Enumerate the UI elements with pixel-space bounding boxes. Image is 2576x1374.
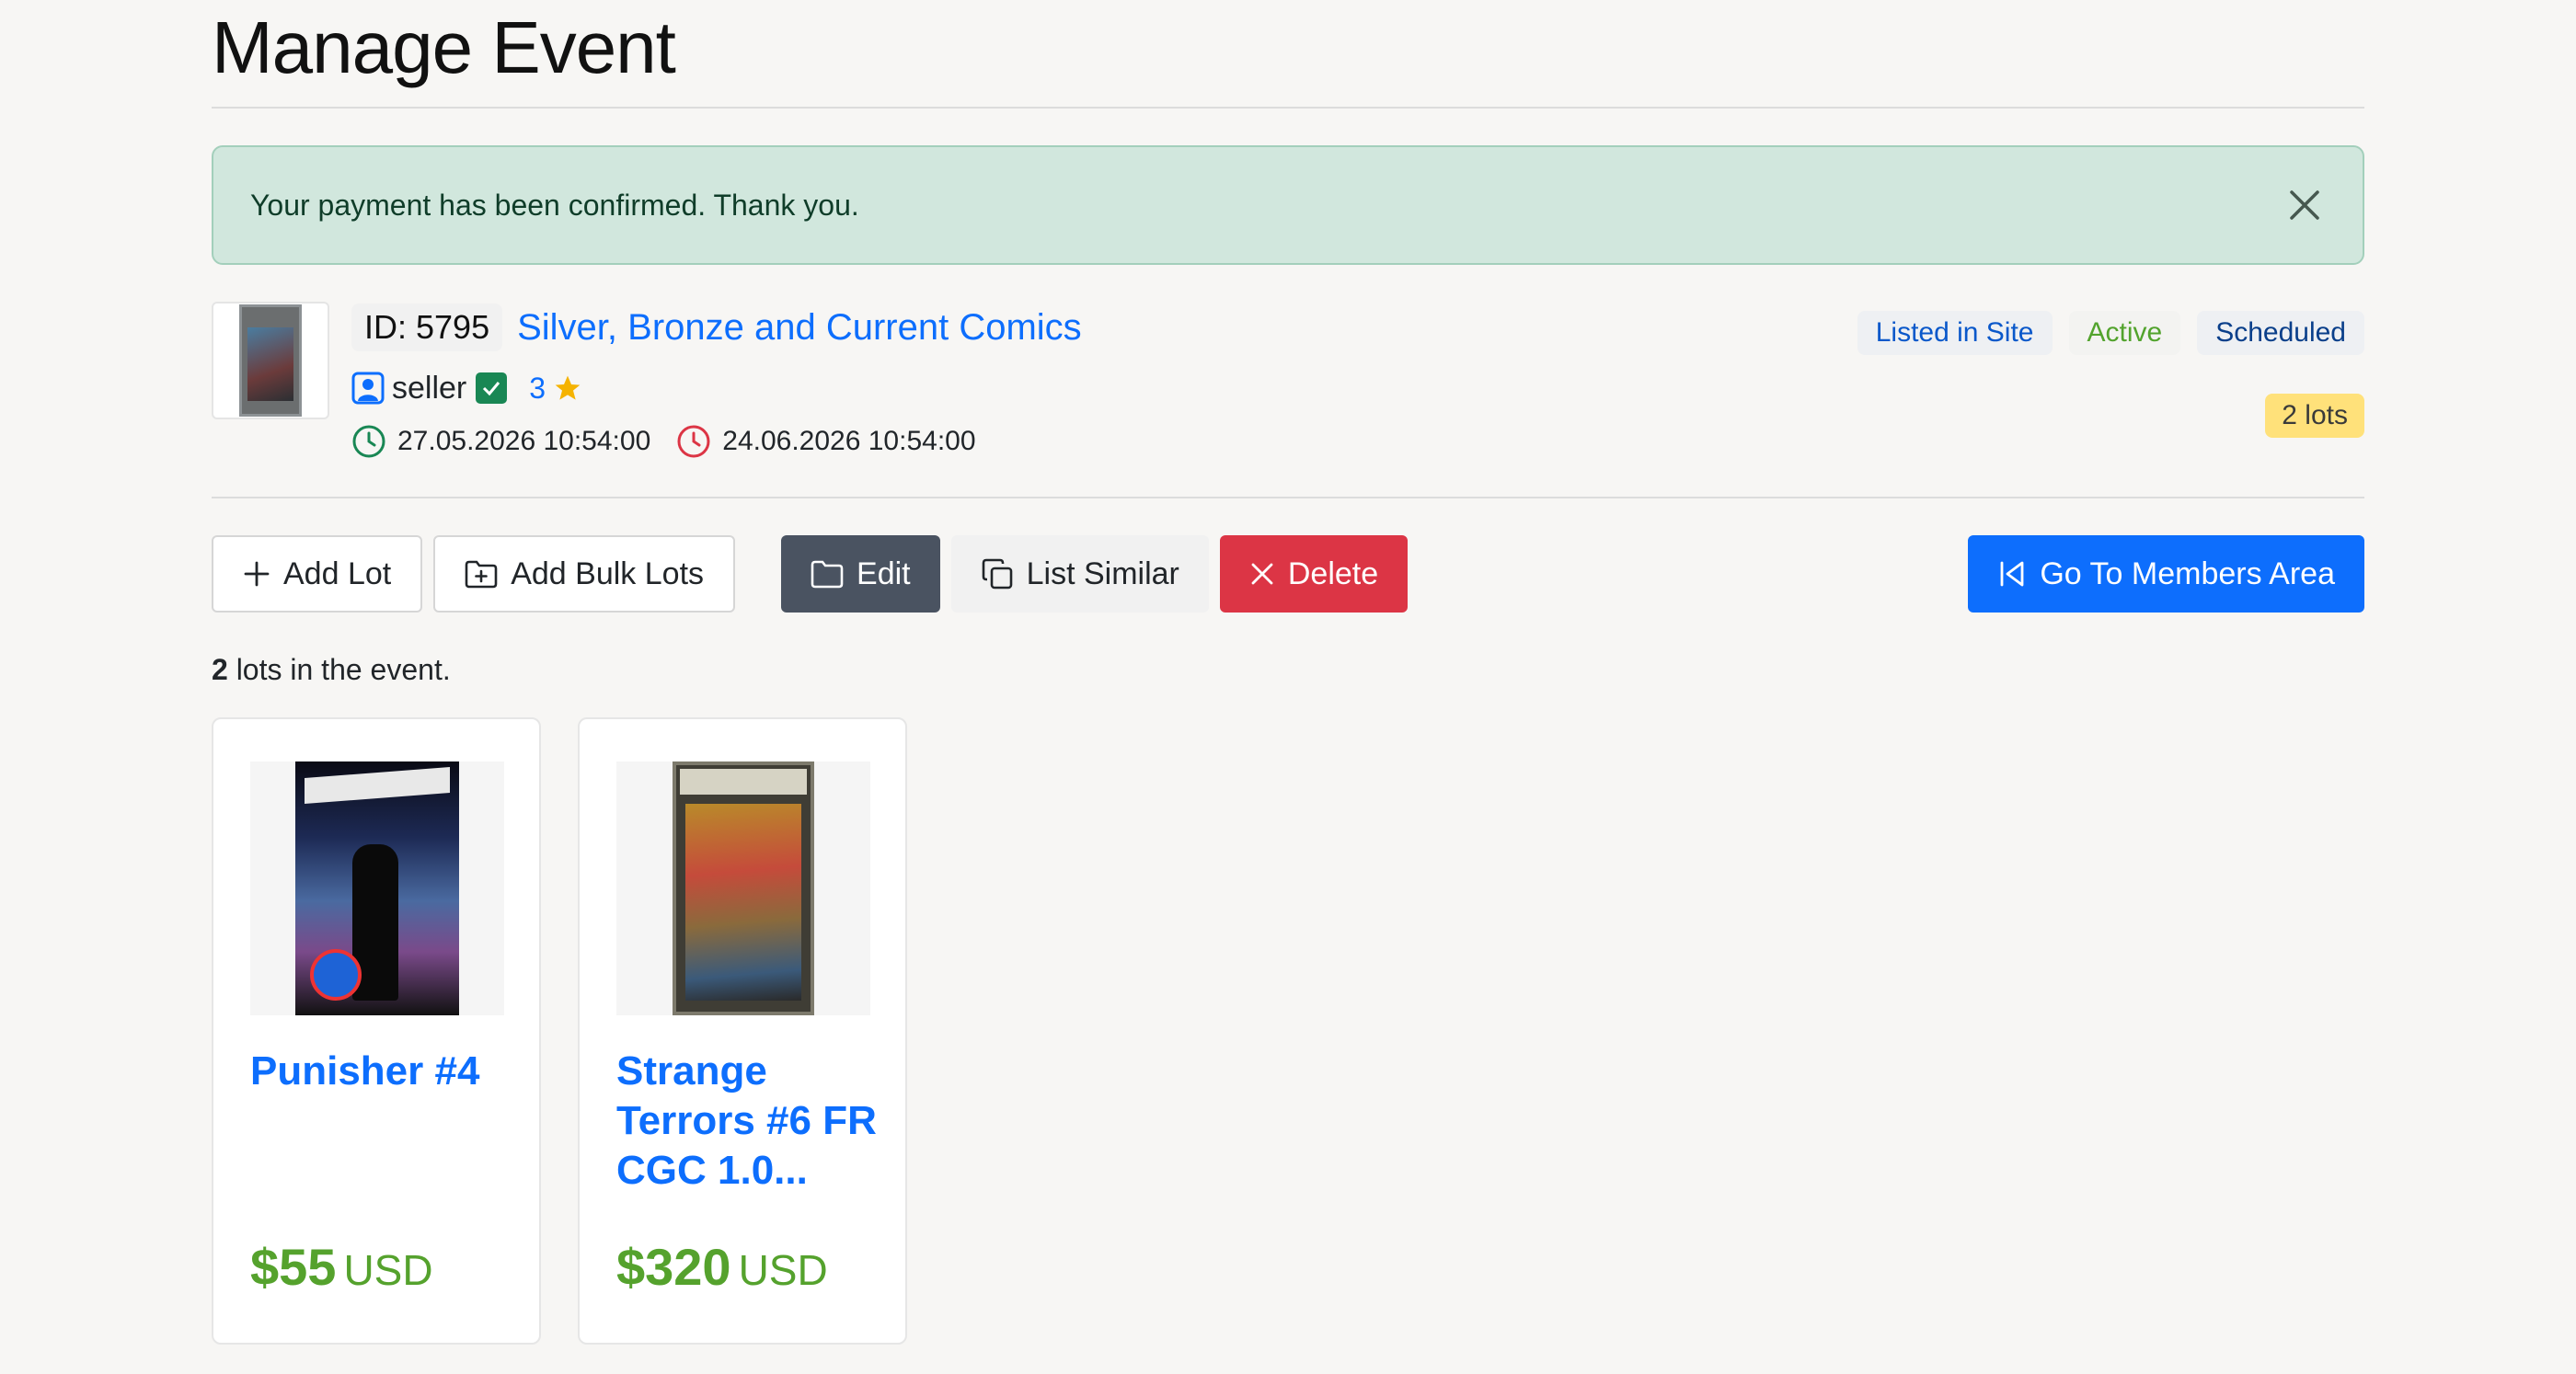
- lot-title[interactable]: Punisher #4: [250, 1047, 517, 1096]
- title-divider: [212, 107, 2364, 109]
- lots-summary-text: lots in the event.: [227, 653, 451, 686]
- event-info: ID: 5795 Silver, Bronze and Current Comi…: [351, 302, 1082, 467]
- copy-icon: [982, 558, 1012, 590]
- action-toolbar: Add Lot Add Bulk Lots Edit List Similar …: [212, 535, 2364, 613]
- x-icon: [1251, 563, 1273, 585]
- main-container: Manage Event Your payment has been confi…: [212, 0, 2364, 1345]
- lot-title[interactable]: Strange Terrors #6 FR CGC 1.0...: [616, 1047, 883, 1196]
- lot-card[interactable]: Strange Terrors #6 FR CGC 1.0... $320 US…: [578, 717, 907, 1345]
- price-amount: $320: [616, 1238, 731, 1296]
- go-to-members-area-label: Go To Members Area: [2040, 555, 2335, 591]
- end-date: 24.06.2026 10:54:00: [722, 426, 976, 456]
- event-thumbnail[interactable]: [212, 302, 329, 419]
- list-similar-button[interactable]: List Similar: [950, 535, 1209, 613]
- lots-grid: Punisher #4 $55 USD Strange Terrors #6 F…: [212, 717, 2364, 1345]
- clock-icon: [677, 425, 710, 458]
- price-currency: USD: [738, 1246, 828, 1294]
- event-badges: Listed in Site Active Scheduled 2 lots: [1857, 311, 2364, 438]
- alert-message: Your payment has been confirmed. Thank y…: [250, 188, 859, 222]
- star-icon: [555, 375, 581, 400]
- edit-label: Edit: [857, 555, 911, 591]
- listed-badge: Listed in Site: [1857, 311, 2053, 355]
- list-similar-label: List Similar: [1026, 555, 1179, 591]
- rating-value: 3: [529, 371, 546, 405]
- lot-image[interactable]: [616, 761, 870, 1015]
- lots-summary: 2 lots in the event.: [212, 653, 2364, 690]
- start-date: 27.05.2026 10:54:00: [397, 426, 651, 456]
- go-to-members-area-button[interactable]: Go To Members Area: [1968, 535, 2364, 613]
- add-lot-button[interactable]: Add Lot: [212, 535, 423, 613]
- success-alert: Your payment has been confirmed. Thank y…: [212, 145, 2364, 265]
- event-name-link[interactable]: Silver, Bronze and Current Comics: [517, 307, 1082, 349]
- add-bulk-lots-button[interactable]: Add Bulk Lots: [433, 535, 736, 613]
- lot-image[interactable]: [250, 761, 504, 1015]
- lot-price: $55 USD: [250, 1237, 433, 1297]
- page-title: Manage Event: [212, 6, 676, 88]
- plus-icon: [244, 561, 270, 587]
- check-icon: [476, 372, 508, 404]
- clock-icon: [352, 425, 385, 458]
- close-icon[interactable]: [2282, 182, 2328, 228]
- seller-rating[interactable]: 3: [529, 372, 582, 406]
- folder-icon: [811, 560, 844, 589]
- seller-name[interactable]: seller: [392, 371, 466, 406]
- lots-summary-count: 2: [212, 653, 228, 686]
- status-badge: Active: [2068, 311, 2181, 355]
- scheduled-badge: Scheduled: [2197, 311, 2364, 355]
- event-id: ID: 5795: [351, 303, 503, 351]
- lot-price: $320 USD: [616, 1237, 828, 1297]
- add-bulk-lots-label: Add Bulk Lots: [511, 555, 705, 591]
- delete-label: Delete: [1287, 555, 1379, 591]
- lot-card[interactable]: Punisher #4 $55 USD: [212, 717, 541, 1345]
- edit-button[interactable]: Edit: [781, 535, 940, 613]
- price-amount: $55: [250, 1238, 337, 1296]
- skip-back-icon: [2000, 561, 2024, 587]
- price-currency: USD: [343, 1246, 433, 1294]
- event-divider: [212, 497, 2364, 498]
- lots-count-badge: 2 lots: [2265, 394, 2364, 438]
- user-icon: [351, 372, 385, 405]
- add-lot-label: Add Lot: [283, 555, 392, 591]
- delete-button[interactable]: Delete: [1219, 535, 1409, 613]
- folder-plus-icon: [465, 560, 498, 589]
- event-header: ID: 5795 Silver, Bronze and Current Comi…: [212, 302, 2364, 497]
